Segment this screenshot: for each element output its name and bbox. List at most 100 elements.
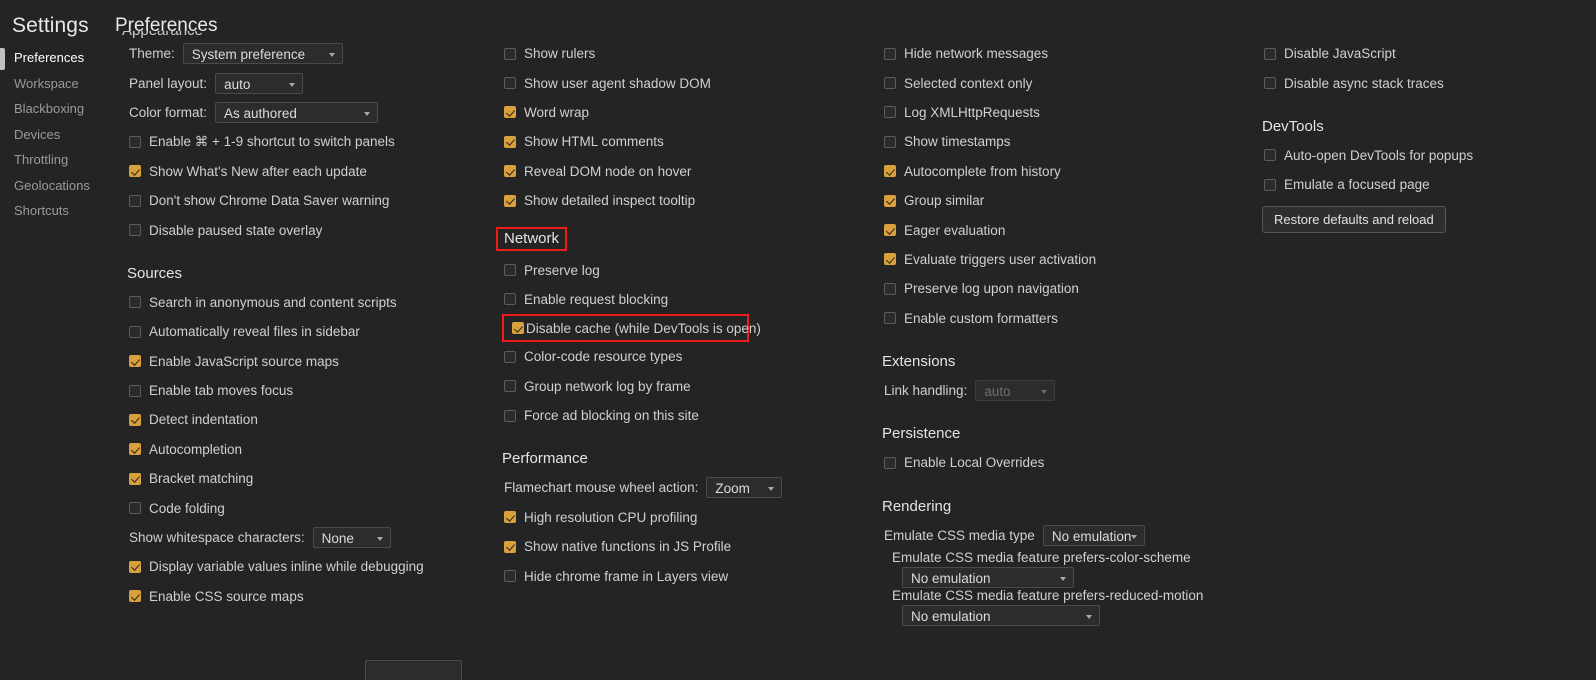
- checkbox-unchecked-icon[interactable]: [504, 77, 516, 90]
- checkbox-checked-icon[interactable]: [884, 253, 896, 266]
- checkbox-row-word-wrap[interactable]: Word wrap: [490, 98, 870, 127]
- checkbox-unchecked-icon[interactable]: [129, 296, 141, 309]
- checkbox-unchecked-icon[interactable]: [1264, 77, 1276, 90]
- checkbox-row-disable-async-stack-traces[interactable]: Disable async stack traces: [1250, 68, 1596, 97]
- checkbox-row-hide-chrome-frame-in-layers-view[interactable]: Hide chrome frame in Layers view: [490, 561, 870, 590]
- checkbox-checked-icon[interactable]: [129, 472, 141, 485]
- checkbox-unchecked-icon[interactable]: [884, 135, 896, 148]
- checkbox-unchecked-icon[interactable]: [1264, 149, 1276, 162]
- checkbox-row-hide-network-messages[interactable]: Hide network messages: [870, 39, 1250, 68]
- checkbox-checked-icon[interactable]: [504, 106, 516, 119]
- checkbox-unchecked-icon[interactable]: [129, 224, 141, 237]
- checkbox-checked-icon[interactable]: [884, 165, 896, 178]
- checkbox-row-enable-custom-formatters[interactable]: Enable custom formatters: [870, 304, 1250, 333]
- checkbox-row-color-code-resource-types[interactable]: Color-code resource types: [490, 342, 870, 371]
- checkbox-checked-icon[interactable]: [512, 322, 524, 335]
- checkbox-row-evaluate-triggers-user-activation[interactable]: Evaluate triggers user activation: [870, 245, 1250, 274]
- checkbox-unchecked-icon[interactable]: [504, 293, 516, 306]
- checkbox-row-show-html-comments[interactable]: Show HTML comments: [490, 127, 870, 156]
- select-flamechart-mouse-wheel-action[interactable]: Zoom: [706, 477, 783, 499]
- select-emulate-css-media-type[interactable]: No emulation: [1042, 524, 1145, 546]
- checkbox-row-reveal-dom-node-on-hover[interactable]: Reveal DOM node on hover: [490, 157, 870, 186]
- sidebar-item-blackboxing[interactable]: Blackboxing: [0, 96, 110, 122]
- select-panel-layout[interactable]: auto: [215, 72, 304, 94]
- checkbox-unchecked-icon[interactable]: [884, 312, 896, 325]
- checkbox-row-bracket-matching[interactable]: Bracket matching: [115, 464, 495, 493]
- checkbox-checked-icon[interactable]: [129, 413, 141, 426]
- checkbox-row-don-t-show-chrome-data-saver-warning[interactable]: Don't show Chrome Data Saver warning: [115, 186, 495, 215]
- checkbox-checked-icon[interactable]: [129, 590, 141, 603]
- preferences-scroll-area[interactable]: Theme: System preference Panel layout: auto…: [110, 39, 1596, 680]
- checkbox-row-disable-paused-state-overlay[interactable]: Disable paused state overlay: [115, 215, 495, 244]
- checkbox-unchecked-icon[interactable]: [129, 502, 141, 515]
- checkbox-unchecked-icon[interactable]: [504, 380, 516, 393]
- checkbox-row-autocompletion[interactable]: Autocompletion: [115, 435, 495, 464]
- checkbox-checked-icon[interactable]: [504, 540, 516, 553]
- checkbox-row-preserve-log-upon-navigation[interactable]: Preserve log upon navigation: [870, 274, 1250, 303]
- checkbox-unchecked-icon[interactable]: [1264, 47, 1276, 60]
- checkbox-row-auto-open-devtools-for-popups[interactable]: Auto-open DevTools for popups: [1250, 141, 1596, 170]
- checkbox-row-enable-javascript-source-maps[interactable]: Enable JavaScript source maps: [115, 347, 495, 376]
- checkbox-row-emulate-a-focused-page[interactable]: Emulate a focused page: [1250, 170, 1596, 199]
- checkbox-checked-icon[interactable]: [129, 443, 141, 456]
- sidebar-item-throttling[interactable]: Throttling: [0, 147, 110, 173]
- checkbox-row-disable-cache-while-devtools-is-open[interactable]: Disable cache (while DevTools is open): [502, 314, 761, 343]
- select-emulate-css-media-feature-prefers-color-scheme[interactable]: No emulation: [902, 567, 1074, 589]
- checkbox-row-eager-evaluation[interactable]: Eager evaluation: [870, 215, 1250, 244]
- sidebar-item-preferences[interactable]: Preferences: [0, 45, 110, 71]
- checkbox-checked-icon[interactable]: [504, 194, 516, 207]
- select-show-whitespace-characters[interactable]: None: [312, 527, 391, 549]
- checkbox-unchecked-icon[interactable]: [504, 570, 516, 583]
- checkbox-row-group-network-log-by-frame[interactable]: Group network log by frame: [490, 372, 870, 401]
- checkbox-row-show-user-agent-shadow-dom[interactable]: Show user agent shadow DOM: [490, 68, 870, 97]
- sidebar-item-geolocations[interactable]: Geolocations: [0, 173, 110, 199]
- checkbox-row-show-what-s-new-after-each-update[interactable]: Show What's New after each update: [115, 157, 495, 186]
- checkbox-unchecked-icon[interactable]: [129, 325, 141, 338]
- checkbox-row-enable-css-source-maps[interactable]: Enable CSS source maps: [115, 582, 495, 611]
- checkbox-checked-icon[interactable]: [129, 355, 141, 368]
- checkbox-unchecked-icon[interactable]: [129, 135, 141, 148]
- select-color-format[interactable]: As authored: [215, 101, 379, 123]
- checkbox-unchecked-icon[interactable]: [504, 264, 516, 277]
- checkbox-row-enable-1-9-shortcut-to-switch-panels[interactable]: Enable ⌘ + 1-9 shortcut to switch panels: [115, 127, 495, 156]
- checkbox-row-show-rulers[interactable]: Show rulers: [490, 39, 870, 68]
- checkbox-row-disable-javascript[interactable]: Disable JavaScript: [1250, 39, 1596, 68]
- checkbox-checked-icon[interactable]: [504, 165, 516, 178]
- sidebar-item-workspace[interactable]: Workspace: [0, 71, 110, 97]
- checkbox-unchecked-icon[interactable]: [504, 350, 516, 363]
- checkbox-unchecked-icon[interactable]: [504, 47, 516, 60]
- select-theme[interactable]: System preference: [182, 43, 343, 65]
- checkbox-checked-icon[interactable]: [129, 560, 141, 573]
- checkbox-row-group-similar[interactable]: Group similar: [870, 186, 1250, 215]
- sidebar-item-devices[interactable]: Devices: [0, 122, 110, 148]
- checkbox-unchecked-icon[interactable]: [1264, 178, 1276, 191]
- select-emulate-css-media-feature-prefers-reduced-motion[interactable]: No emulation: [902, 605, 1100, 627]
- checkbox-row-detect-indentation[interactable]: Detect indentation: [115, 405, 495, 434]
- checkbox-unchecked-icon[interactable]: [884, 47, 896, 60]
- checkbox-unchecked-icon[interactable]: [884, 456, 896, 469]
- checkbox-unchecked-icon[interactable]: [129, 194, 141, 207]
- checkbox-row-log-xmlhttprequests[interactable]: Log XMLHttpRequests: [870, 98, 1250, 127]
- checkbox-row-search-in-anonymous-and-content-scripts[interactable]: Search in anonymous and content scripts: [115, 288, 495, 317]
- checkbox-row-show-native-functions-in-js-profile[interactable]: Show native functions in JS Profile: [490, 532, 870, 561]
- checkbox-unchecked-icon[interactable]: [884, 106, 896, 119]
- checkbox-row-autocomplete-from-history[interactable]: Autocomplete from history: [870, 157, 1250, 186]
- select-link-handling[interactable]: auto: [975, 380, 1056, 402]
- checkbox-row-automatically-reveal-files-in-sidebar[interactable]: Automatically reveal files in sidebar: [115, 317, 495, 346]
- restore-defaults-and-reload-button[interactable]: Restore defaults and reload: [1262, 205, 1446, 233]
- checkbox-row-high-resolution-cpu-profiling[interactable]: High resolution CPU profiling: [490, 503, 870, 532]
- checkbox-row-selected-context-only[interactable]: Selected context only: [870, 68, 1250, 97]
- checkbox-unchecked-icon[interactable]: [129, 384, 141, 397]
- sidebar-item-shortcuts[interactable]: Shortcuts: [0, 198, 110, 224]
- checkbox-checked-icon[interactable]: [504, 511, 516, 524]
- checkbox-checked-icon[interactable]: [884, 224, 896, 237]
- checkbox-row-code-folding[interactable]: Code folding: [115, 493, 495, 522]
- checkbox-row-show-timestamps[interactable]: Show timestamps: [870, 127, 1250, 156]
- checkbox-checked-icon[interactable]: [129, 165, 141, 178]
- checkbox-row-enable-local-overrides[interactable]: Enable Local Overrides: [870, 448, 1250, 477]
- checkbox-row-display-variable-values-inline-while-debugging[interactable]: Display variable values inline while deb…: [115, 552, 495, 581]
- checkbox-row-enable-request-blocking[interactable]: Enable request blocking: [490, 285, 870, 314]
- checkbox-row-show-detailed-inspect-tooltip[interactable]: Show detailed inspect tooltip: [490, 186, 870, 215]
- clipped-select-bottom[interactable]: [365, 660, 462, 680]
- checkbox-unchecked-icon[interactable]: [504, 409, 516, 422]
